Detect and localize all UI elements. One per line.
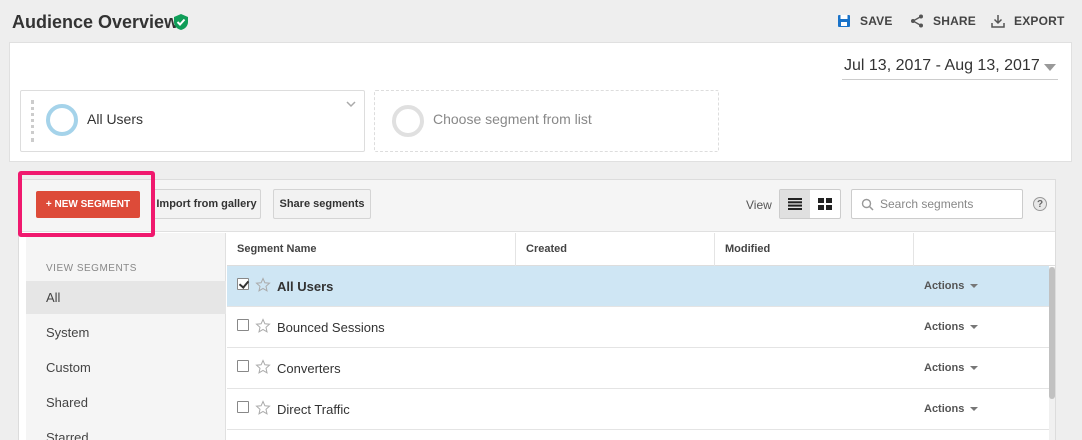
actions-dropdown[interactable]: Actions [924,321,979,333]
share-segments-button[interactable]: Share segments [273,189,371,219]
page-header: Audience Overview SAVE SHARE EXPORT [0,0,1082,44]
column-header-modified[interactable]: Modified [715,233,914,266]
sidebar-item-shared[interactable]: Shared [26,386,226,419]
caret-down-icon [970,366,979,371]
segment-name: Direct Traffic [277,402,350,417]
star-icon[interactable] [255,400,271,416]
table-scrollbar[interactable] [1049,267,1055,440]
grid-view-button[interactable] [810,190,840,218]
share-button[interactable]: SHARE [910,14,976,28]
segment-ring-icon [392,105,424,137]
annotation-highlight [18,171,155,237]
view-toggle [779,189,841,219]
table-row[interactable]: Bounced Sessions Actions [227,307,1049,348]
star-icon[interactable] [255,318,271,334]
segment-name: All Users [277,279,334,294]
chevron-down-icon [1044,64,1056,71]
segments-table: Segment Name Created Modified All Users … [227,233,1055,440]
list-icon [788,198,802,210]
page-title: Audience Overview [12,12,179,32]
search-segments-input[interactable] [880,195,1018,213]
sidebar-item-custom[interactable]: Custom [26,351,226,384]
segment-name: Converters [277,361,341,376]
import-from-gallery-button[interactable]: Import from gallery [152,189,261,219]
save-label: SAVE [860,14,893,28]
table-row[interactable]: All Users Actions [227,266,1049,307]
share-label: SHARE [933,14,977,28]
column-header-created[interactable]: Created [516,233,715,266]
share-icon [911,14,923,28]
row-checkbox[interactable] [237,319,249,331]
table-row[interactable]: Converters Actions [227,348,1049,389]
row-checkbox[interactable] [237,278,249,290]
actions-dropdown[interactable]: Actions [924,362,979,374]
empty-segment-slot[interactable]: Choose segment from list [374,90,719,152]
actions-dropdown[interactable]: Actions [924,403,979,415]
chevron-down-icon[interactable] [346,99,356,109]
date-range-picker[interactable]: Jul 13, 2017 - Aug 13, 2017 [842,56,1058,80]
active-segment-label: All Users [87,111,144,127]
table-header: Segment Name Created Modified [227,233,1055,266]
caret-down-icon [970,407,979,412]
segments-card: Jul 13, 2017 - Aug 13, 2017 All Users Ch… [9,42,1072,162]
scrollbar-thumb[interactable] [1049,267,1055,399]
export-button[interactable]: EXPORT [991,14,1065,28]
export-label: EXPORT [1014,14,1065,28]
caret-down-icon [970,284,979,289]
segment-sidebar: VIEW SEGMENTS All System Custom Shared S… [26,233,226,440]
sidebar-item-all[interactable]: All [26,281,226,314]
caret-down-icon [970,325,979,330]
view-label: View [746,198,772,212]
segment-ring-icon [46,104,78,136]
table-row[interactable]: Direct Traffic Actions [227,389,1049,430]
date-range-text: Jul 13, 2017 - Aug 13, 2017 [844,57,1040,74]
row-checkbox[interactable] [237,401,249,413]
star-icon[interactable] [255,359,271,375]
download-icon [991,15,1005,28]
search-segments-field[interactable] [851,189,1023,219]
save-icon [838,15,850,27]
sidebar-heading: VIEW SEGMENTS [46,263,137,274]
grid-icon [818,198,832,210]
empty-segment-label: Choose segment from list [433,111,592,127]
list-view-button[interactable] [780,190,810,218]
actions-dropdown[interactable]: Actions [924,280,979,292]
star-icon[interactable] [255,277,271,293]
help-icon[interactable]: ? [1033,197,1047,211]
row-checkbox[interactable] [237,360,249,372]
search-icon [861,198,874,211]
verified-shield-icon [174,14,188,30]
segment-picker-panel: + NEW SEGMENT Import from gallery Share … [18,179,1056,440]
active-segment-chip[interactable]: All Users [20,90,365,152]
drag-handle-icon[interactable] [31,100,36,142]
segment-name: Bounced Sessions [277,320,385,335]
save-button[interactable]: SAVE [837,14,893,28]
sidebar-item-starred[interactable]: Starred [26,421,226,440]
column-header-segment-name[interactable]: Segment Name [227,233,516,266]
segment-toolbar: + NEW SEGMENT Import from gallery Share … [19,180,1055,232]
sidebar-item-system[interactable]: System [26,316,226,349]
